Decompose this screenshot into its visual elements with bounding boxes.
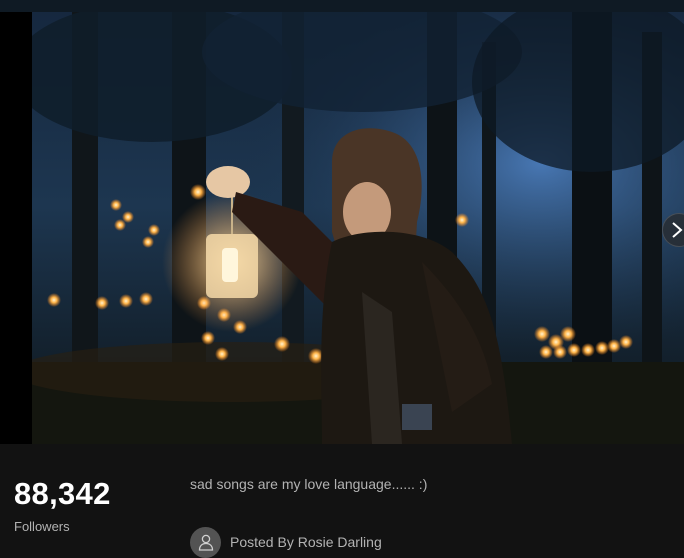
image-gallery	[0, 12, 684, 444]
author-label[interactable]: Posted By Rosie Darling	[230, 534, 382, 550]
chevron-right-icon	[671, 221, 683, 239]
post-author[interactable]: Posted By Rosie Darling	[190, 526, 382, 558]
featured-photo	[32, 12, 684, 444]
followers-count: 88,342	[14, 476, 111, 511]
avatar[interactable]	[190, 526, 221, 558]
artist-info-panel: 88,342 Followers sad songs are my love l…	[0, 444, 684, 558]
post-text: sad songs are my love language...... :)	[190, 476, 428, 492]
top-bar	[0, 0, 684, 12]
followers-label: Followers	[14, 519, 70, 534]
user-icon	[198, 534, 214, 551]
